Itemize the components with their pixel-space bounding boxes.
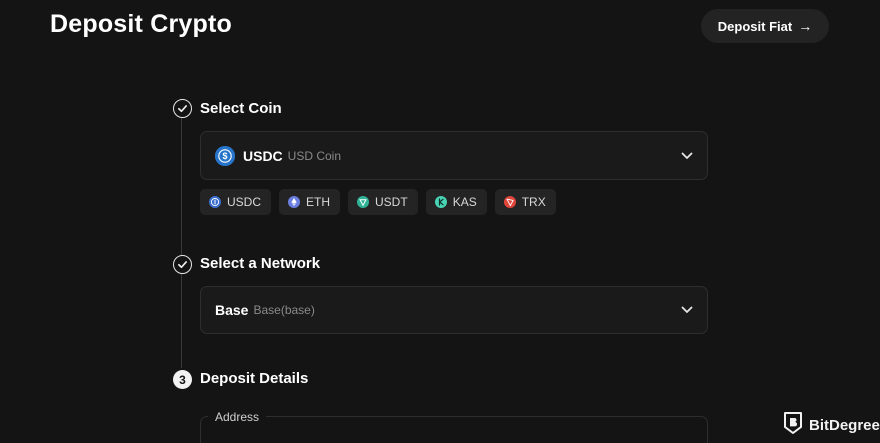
coin-select-symbol: USDC bbox=[243, 147, 283, 164]
quick-coin-kas[interactable]: KAS bbox=[425, 189, 487, 215]
step-3-label: Deposit Details bbox=[200, 370, 309, 387]
arrow-right-icon: → bbox=[798, 18, 813, 34]
coin-select-dropdown[interactable]: $ USDC USD Coin bbox=[200, 131, 708, 180]
quick-coin-label: USDT bbox=[375, 195, 408, 209]
svg-text:$: $ bbox=[222, 151, 227, 161]
chevron-down-icon bbox=[681, 152, 693, 160]
network-select-dropdown[interactable]: Base Base(base) bbox=[200, 286, 708, 334]
address-label: Address bbox=[215, 410, 260, 424]
quick-coin-label: TRX bbox=[521, 195, 546, 209]
step-1-check-icon bbox=[173, 99, 192, 118]
step-1-label: Select Coin bbox=[200, 100, 282, 117]
coin-select-name: USD Coin bbox=[287, 148, 342, 163]
bitdegree-watermark-text: BitDegree bbox=[809, 416, 880, 434]
chevron-down-icon bbox=[681, 306, 693, 314]
bitdegree-logo-icon bbox=[783, 411, 803, 439]
quick-coin-usdc[interactable]: USDC bbox=[200, 189, 272, 215]
usdc-icon bbox=[209, 196, 221, 208]
quick-coin-trx[interactable]: TRX bbox=[494, 189, 556, 215]
eth-icon bbox=[288, 196, 301, 208]
page-title: Deposit Crypto bbox=[50, 10, 232, 38]
network-select-name: Base bbox=[215, 302, 249, 318]
step-timeline-line bbox=[181, 118, 182, 368]
deposit-fiat-label: Deposit Fiat bbox=[717, 18, 793, 34]
usdc-icon: $ bbox=[215, 145, 235, 166]
quick-coin-eth[interactable]: ETH bbox=[279, 189, 341, 215]
network-select-detail: Base(base) bbox=[253, 303, 315, 317]
quick-coin-list: USDC ETH USDT KAS TRX bbox=[200, 189, 556, 215]
quick-coin-usdt[interactable]: USDT bbox=[348, 189, 418, 215]
usdt-icon bbox=[357, 196, 370, 208]
step-3-number-badge: 3 bbox=[173, 370, 192, 389]
quick-coin-label: USDC bbox=[227, 195, 262, 209]
quick-coin-label: ETH bbox=[306, 195, 331, 209]
quick-coin-label: KAS bbox=[452, 195, 477, 209]
deposit-fiat-button[interactable]: Deposit Fiat → bbox=[701, 9, 829, 43]
address-field[interactable] bbox=[200, 416, 708, 443]
kas-icon bbox=[434, 196, 447, 208]
step-2-check-icon bbox=[173, 255, 192, 274]
bitdegree-watermark: BitDegree bbox=[783, 411, 880, 439]
step-2-label: Select a Network bbox=[200, 255, 321, 272]
trx-icon bbox=[503, 196, 516, 208]
